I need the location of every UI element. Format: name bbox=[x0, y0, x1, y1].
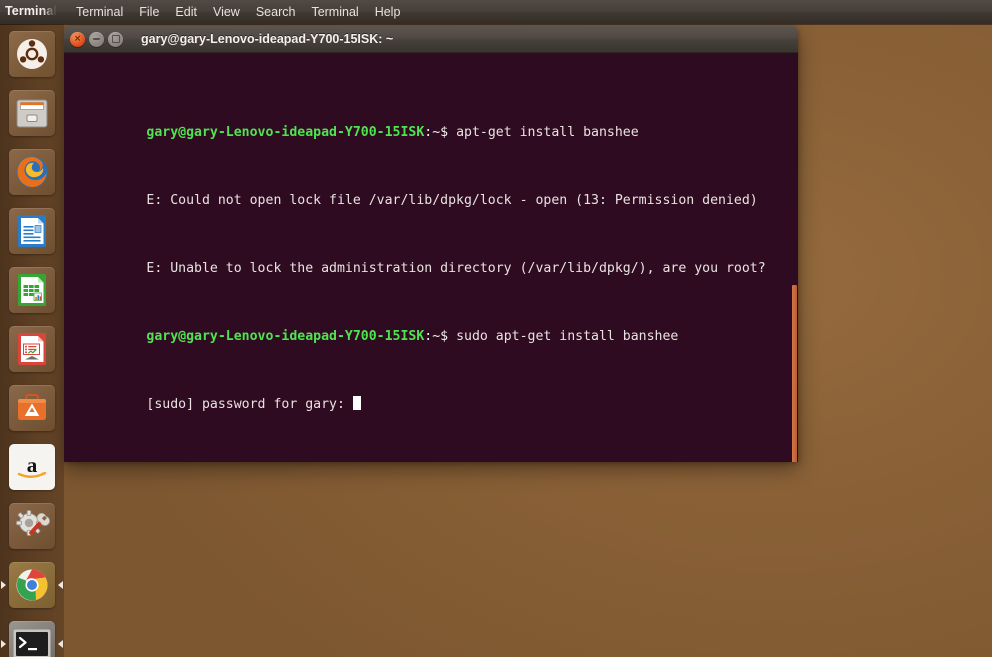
menu-view[interactable]: View bbox=[205, 0, 248, 24]
window-minimize-button[interactable] bbox=[89, 31, 104, 47]
launcher-item-libreoffice-impress[interactable] bbox=[0, 319, 64, 378]
focus-indicator-icon bbox=[58, 639, 63, 648]
gear-wrench-icon bbox=[16, 509, 50, 536]
chrome-icon bbox=[16, 569, 48, 600]
global-menu-bar: Terminal Terminal File Edit View Search … bbox=[0, 0, 408, 24]
terminal-output: gary@gary-Lenovo-ideapad-Y700-15ISK:~$ a… bbox=[67, 56, 798, 447]
menu-terminal-app[interactable]: Terminal bbox=[68, 0, 131, 24]
launcher-item-libreoffice-writer[interactable] bbox=[0, 201, 64, 260]
presentation-icon bbox=[18, 332, 46, 365]
running-indicator-icon bbox=[1, 580, 6, 589]
menu-search[interactable]: Search bbox=[248, 0, 304, 24]
terminal-error-text: E: Unable to lock the administration dir… bbox=[146, 261, 766, 276]
software-bag-icon bbox=[18, 393, 46, 420]
spreadsheet-icon bbox=[18, 273, 46, 306]
launcher-item-ubuntu-software[interactable] bbox=[0, 378, 64, 437]
window-maximize-button[interactable] bbox=[108, 31, 123, 47]
minimize-icon bbox=[93, 38, 100, 40]
shell-command: sudo apt-get install banshee bbox=[456, 329, 679, 344]
launcher-item-dash-home[interactable] bbox=[0, 24, 64, 83]
shell-prompt-symbol: :~$ bbox=[424, 329, 457, 344]
terminal-scrollbar[interactable] bbox=[792, 285, 797, 462]
close-icon: × bbox=[73, 33, 82, 44]
launcher-item-system-settings[interactable] bbox=[0, 496, 64, 555]
svg-text:a: a bbox=[27, 453, 38, 477]
maximize-icon bbox=[111, 35, 120, 43]
launcher-item-amazon[interactable]: a bbox=[0, 437, 64, 496]
window-close-button[interactable]: × bbox=[70, 31, 85, 47]
panel-app-name: Terminal bbox=[5, 4, 57, 18]
terminal-line: gary@gary-Lenovo-ideapad-Y700-15ISK:~$ s… bbox=[67, 311, 798, 344]
document-icon bbox=[18, 214, 46, 247]
terminal-prompt-icon bbox=[13, 629, 51, 657]
menu-edit[interactable]: Edit bbox=[167, 0, 205, 24]
terminal-line: gary@gary-Lenovo-ideapad-Y700-15ISK:~$ a… bbox=[67, 107, 798, 140]
file-cabinet-icon bbox=[16, 99, 48, 127]
focus-indicator-icon bbox=[58, 580, 63, 589]
terminal-line: E: Unable to lock the administration dir… bbox=[67, 243, 798, 276]
menu-terminal[interactable]: Terminal bbox=[303, 0, 366, 24]
desktop-screen: Terminal Terminal File Edit View Search … bbox=[0, 0, 992, 657]
unity-launcher: a bbox=[0, 24, 64, 657]
launcher-item-libreoffice-calc[interactable] bbox=[0, 260, 64, 319]
shell-prompt-symbol: :~$ bbox=[424, 125, 457, 140]
amazon-icon: a bbox=[17, 453, 47, 478]
ubuntu-logo-icon bbox=[17, 38, 47, 69]
firefox-icon bbox=[16, 156, 48, 187]
menu-file[interactable]: File bbox=[131, 0, 167, 24]
shell-command: apt-get install banshee bbox=[456, 125, 639, 140]
sudo-password-prompt: [sudo] password for gary: bbox=[146, 397, 353, 412]
terminal-titlebar[interactable]: × gary@gary-Lenovo-ideapad-Y700-15ISK: ~ bbox=[64, 26, 798, 53]
shell-prompt-user-host: gary@gary-Lenovo-ideapad-Y700-15ISK bbox=[146, 329, 425, 344]
terminal-line: E: Could not open lock file /var/lib/dpk… bbox=[67, 175, 798, 208]
launcher-item-terminal[interactable] bbox=[0, 614, 64, 657]
shell-prompt-user-host: gary@gary-Lenovo-ideapad-Y700-15ISK bbox=[146, 125, 425, 140]
terminal-line: [sudo] password for gary: bbox=[67, 379, 798, 412]
text-cursor bbox=[352, 396, 361, 410]
launcher-item-firefox[interactable] bbox=[0, 142, 64, 201]
terminal-body[interactable]: gary@gary-Lenovo-ideapad-Y700-15ISK:~$ a… bbox=[64, 53, 798, 462]
terminal-window[interactable]: × gary@gary-Lenovo-ideapad-Y700-15ISK: ~… bbox=[64, 26, 798, 462]
running-indicator-icon bbox=[1, 639, 6, 648]
top-panel: Terminal Terminal File Edit View Search … bbox=[0, 0, 992, 24]
terminal-window-title: gary@gary-Lenovo-ideapad-Y700-15ISK: ~ bbox=[141, 32, 394, 46]
menu-help[interactable]: Help bbox=[367, 0, 409, 24]
launcher-item-chrome[interactable] bbox=[0, 555, 64, 614]
launcher-item-files[interactable] bbox=[0, 83, 64, 142]
terminal-error-text: E: Could not open lock file /var/lib/dpk… bbox=[146, 193, 758, 208]
